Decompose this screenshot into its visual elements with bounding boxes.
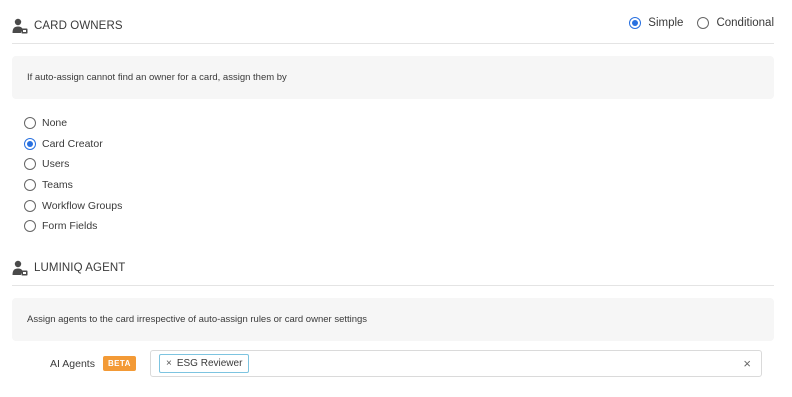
mode-conditional-option[interactable]: Conditional bbox=[697, 17, 774, 29]
mode-simple-label: Simple bbox=[648, 17, 684, 29]
ai-agents-row: AI Agents BETA × ESG Reviewer × bbox=[50, 350, 762, 377]
owner-option-label: Card Creator bbox=[42, 137, 103, 150]
clear-selection-icon[interactable]: × bbox=[743, 356, 751, 371]
luminiq-agent-info-text: Assign agents to the card irrespective o… bbox=[27, 314, 368, 325]
owner-fallback-options: None Card Creator Users Teams Workflow G… bbox=[24, 113, 122, 237]
owner-option-label: Workflow Groups bbox=[42, 199, 123, 212]
owner-option-label: Teams bbox=[42, 179, 73, 192]
mode-conditional-radio[interactable] bbox=[697, 17, 710, 29]
owner-option-form-fields-radio[interactable] bbox=[24, 220, 36, 233]
mode-conditional-label: Conditional bbox=[716, 17, 774, 29]
chip-remove-icon[interactable]: × bbox=[166, 358, 172, 369]
luminiq-agent-header: LUMINIQ AGENT bbox=[12, 250, 774, 286]
owner-option-label: None bbox=[42, 117, 68, 130]
owner-option-none-radio[interactable] bbox=[24, 117, 36, 130]
owner-option-form-fields[interactable]: Form Fields bbox=[24, 216, 122, 237]
owner-option-card-creator-radio[interactable] bbox=[24, 137, 36, 150]
agent-chip-label: ESG Reviewer bbox=[176, 358, 243, 369]
user-gear-icon bbox=[12, 18, 28, 33]
ai-agents-select[interactable]: × ESG Reviewer × bbox=[150, 350, 762, 377]
luminiq-agent-title: LUMINIQ AGENT bbox=[34, 261, 126, 274]
mode-simple-radio[interactable] bbox=[629, 17, 642, 29]
beta-badge: BETA bbox=[103, 356, 136, 371]
luminiq-agent-info: Assign agents to the card irrespective o… bbox=[12, 298, 774, 341]
owner-mode-group: Simple Conditional bbox=[629, 17, 774, 29]
owner-option-teams-radio[interactable] bbox=[24, 179, 36, 192]
owner-option-users[interactable]: Users bbox=[24, 154, 122, 175]
owner-option-workflow-groups[interactable]: Workflow Groups bbox=[24, 195, 122, 216]
agent-chip: × ESG Reviewer bbox=[159, 354, 250, 373]
owner-option-workflow-groups-radio[interactable] bbox=[24, 199, 36, 212]
owner-option-teams[interactable]: Teams bbox=[24, 175, 122, 196]
mode-simple-option[interactable]: Simple bbox=[629, 17, 683, 29]
card-owners-header: CARD OWNERS Simple Conditional bbox=[12, 8, 774, 44]
ai-agents-label: AI Agents bbox=[50, 357, 95, 370]
card-owners-info-text: If auto-assign cannot find an owner for … bbox=[27, 72, 287, 83]
card-owners-title: CARD OWNERS bbox=[34, 19, 123, 32]
owner-option-label: Users bbox=[42, 158, 70, 171]
owner-option-card-creator[interactable]: Card Creator bbox=[24, 134, 122, 155]
owner-option-users-radio[interactable] bbox=[24, 158, 36, 171]
owner-option-none[interactable]: None bbox=[24, 113, 122, 134]
user-gear-icon bbox=[12, 260, 28, 275]
card-owners-info: If auto-assign cannot find an owner for … bbox=[12, 56, 774, 99]
owner-option-label: Form Fields bbox=[42, 220, 98, 233]
